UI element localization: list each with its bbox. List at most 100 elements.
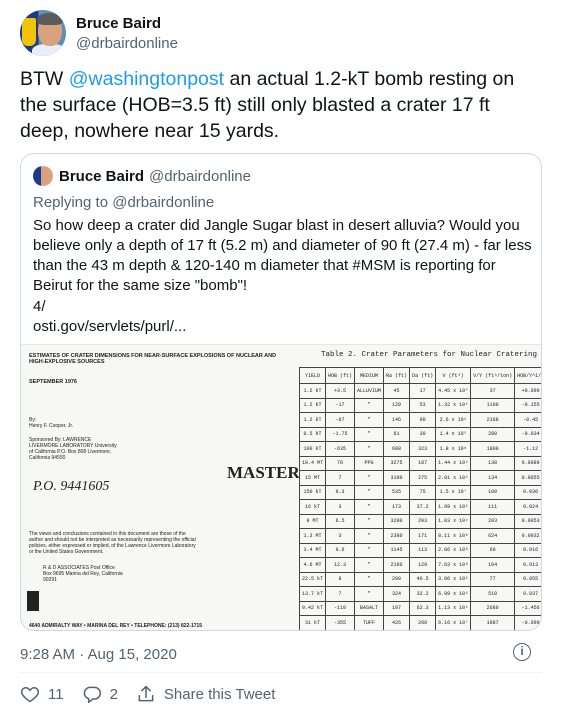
table-cell: 3100 [383, 470, 411, 486]
table-cell: 8 [325, 571, 356, 587]
share-label: Share this Tweet [163, 685, 276, 703]
table-cell: 1.2 kT [298, 383, 327, 399]
table-row: 1.2 kT +3.5 ALLUVIUM 45 17 4.45 x 10⁴ 37 +0.099… [298, 383, 541, 399]
table-cell: -355 [325, 615, 356, 630]
table-cell: 1.03 x 10⁹ [435, 513, 472, 529]
table-cell: " [354, 571, 385, 587]
tweet-text-prefix: BTW [20, 68, 69, 90]
table-row: 1.2 kT-17"129531.32 x 10⁶1100-0.1551.1 [298, 397, 541, 413]
table-cell: 8.11 x 10⁸ [435, 528, 472, 544]
table-cell: 426 [383, 615, 411, 630]
table-cell: 9 MT [298, 513, 327, 529]
table-cell: 116.4 [409, 629, 437, 630]
table-cell: 1987 [470, 615, 516, 630]
table-cell: 173 [383, 499, 411, 515]
table-cell: 608 [383, 441, 411, 457]
table-cell: 62.3 [409, 600, 437, 616]
table-cell: 6.5 [325, 513, 356, 529]
table-cell: -171 [325, 629, 356, 630]
tweet-header: Bruce Baird @drbairdonline [20, 10, 178, 56]
author-handle[interactable]: @drbairdonline [76, 35, 178, 52]
table-cell: 1.44 x 10⁹ [435, 455, 472, 471]
table-header-cell: Ra (ft) [383, 367, 411, 384]
table-cell: -635 [325, 441, 356, 457]
table-cell: 3 [325, 499, 356, 515]
table-cell: 22.5 kT [298, 571, 327, 587]
table-cell: 2.6 x 10⁶ [435, 412, 472, 428]
document-sponsor: Sponsored By: LAWRENCE LIVERMORE LABORAT… [29, 437, 117, 461]
quoted-link[interactable]: osti.gov/servlets/purl/... [33, 318, 186, 335]
table-header-cell: V/Y (ft³/ton) [470, 367, 516, 384]
table-cell: 200 [383, 571, 411, 587]
table-cell: 171 [409, 528, 437, 544]
table-cell: 146 [383, 412, 411, 428]
table-cell: 1.13 x 10⁶ [435, 600, 472, 616]
table-cell: 138 [470, 455, 516, 471]
table-cell: 510 [470, 586, 516, 602]
table-cell: -0.099 [514, 615, 541, 630]
table-cell: 129 [383, 397, 411, 413]
table-cell: 1.3 MT [298, 528, 327, 544]
reply-count: 2 [109, 685, 118, 703]
table-row: 10.4 MT70PPG32751871.44 x 10⁹1380.00892.… [298, 455, 541, 471]
document-address: 4640 ADMIRALTY WAY • MARINA DEL REY • TE… [29, 623, 203, 629]
table-cell: 624 [470, 528, 516, 544]
table-cell: 150 kT [298, 484, 327, 500]
share-button[interactable]: Share this Tweet [136, 684, 275, 704]
share-icon [138, 685, 154, 702]
table-cell: 53 [409, 397, 437, 413]
table-cell: RHYOLITE [354, 629, 385, 630]
table-cell: -1.75 [325, 426, 356, 442]
table-cell: 4.6 MT [298, 557, 327, 573]
table-cell: 100 kT [298, 441, 327, 457]
table-cell: " [354, 513, 385, 529]
table-cell: " [354, 484, 385, 500]
author-name[interactable]: Bruce Baird [76, 15, 178, 32]
tweet-text: BTW @washingtonpost an actual 1.2-kT bom… [20, 66, 540, 144]
avatar[interactable] [20, 10, 66, 56]
table-cell: ALLUVIUM [354, 383, 385, 399]
quoted-avatar [33, 166, 53, 186]
table-cell: 1.2 kT [298, 397, 327, 413]
table-cell: 16 kT [298, 499, 327, 515]
reply-button[interactable]: 2 [82, 684, 118, 704]
table-cell: -1.01 [514, 629, 541, 630]
table-cell: 1800 [470, 441, 516, 457]
table-cell: 134 [470, 470, 516, 486]
document-rda: R & D ASSOCIATES Post Office Box 9695 Ma… [43, 565, 123, 583]
quoted-author-name: Bruce Baird [59, 167, 145, 185]
table-header-cell: HOB/Y^1/3 [514, 367, 541, 384]
quoted-tweet-text: So how deep a crater did Jangle Sugar bl… [33, 217, 532, 294]
quoted-tweet[interactable]: Bruce Baird @drbairdonline Replying to @… [20, 153, 542, 631]
table-cell: 2113 [470, 629, 516, 630]
table-cell: -1.12 [514, 441, 541, 457]
quoted-tweet-header: Bruce Baird @drbairdonline [33, 166, 251, 186]
table-cell: 15 MT [298, 470, 327, 486]
table-cell: 32.2 [409, 586, 437, 602]
table-cell: 46.5 [409, 571, 437, 587]
table-cell: 1100 [470, 397, 516, 413]
tweet-timestamp[interactable]: 9:28 AM · Aug 15, 2020 [20, 646, 177, 663]
table-row: 31 kT-355TUFF4262086.16 x 10⁷1987-0.099 1… [298, 615, 541, 630]
table-cell: 0.0089 [514, 455, 541, 471]
table-cell: 0.0032 [514, 528, 541, 544]
heart-icon [20, 686, 40, 703]
document-image[interactable]: ESTIMATES OF CRATER DIMENSIONS FOR NEAR-… [21, 344, 541, 630]
table-cell: 10.4 MT [298, 455, 327, 471]
info-icon[interactable]: i [513, 643, 531, 661]
like-button[interactable]: 11 [20, 684, 64, 704]
document-po-handwriting: P.O. 9441605 [33, 479, 110, 494]
table-header-cell: HOB (ft) [325, 367, 356, 384]
table-cell: " [354, 426, 385, 442]
table-cell: 2680 [470, 600, 516, 616]
mention-link[interactable]: @washingtonpost [69, 68, 224, 90]
table-cell: 203 [470, 513, 516, 529]
table-cell: 2.01 x 10⁹ [435, 470, 472, 486]
table-row: 100 kT-635"6083231.8 x 10⁸1800-1.121.0 [298, 441, 541, 457]
table-cell: " [354, 441, 385, 457]
table-cell: 0.037 [514, 586, 541, 602]
table-cell: 17 [409, 383, 437, 399]
table-cell: 77 [470, 571, 516, 587]
table-row: 4.6 MT12.3"21601297.63 x 10⁸1640.0132.3 [298, 557, 541, 573]
table-cell: 0.036 [514, 484, 541, 500]
